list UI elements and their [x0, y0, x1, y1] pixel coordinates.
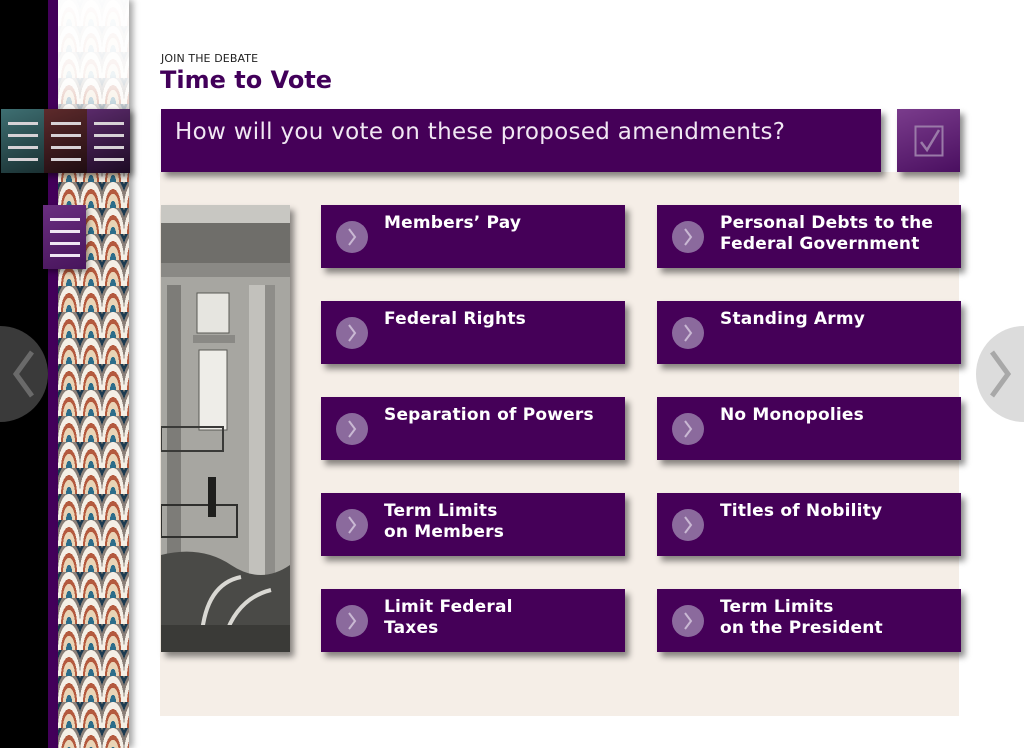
amendment-label: Titles of Nobility	[720, 501, 883, 521]
amendment-button-limit-federal-taxes[interactable]: Limit Federal Taxes	[321, 589, 625, 652]
amendment-label: Federal Rights	[384, 309, 526, 329]
chevron-left-icon	[12, 350, 34, 398]
menu-button-1[interactable]	[1, 109, 44, 173]
amendment-label: Term Limits on Members	[384, 501, 505, 542]
chevron-circle-icon	[672, 509, 704, 541]
chevron-circle-icon	[672, 413, 704, 445]
amendment-button-titles-of-nobility[interactable]: Titles of Nobility	[657, 493, 961, 556]
amendment-button-federal-rights[interactable]: Federal Rights	[321, 301, 625, 364]
menu-icon	[49, 217, 80, 221]
chevron-circle-icon	[672, 221, 704, 253]
amendment-label: Separation of Powers	[384, 405, 594, 425]
amendment-label: Members’ Pay	[384, 213, 522, 233]
page-title: Time to Vote	[160, 66, 333, 94]
question-text: How will you vote on these proposed amen…	[175, 119, 786, 145]
chevron-circle-icon	[672, 605, 704, 637]
amendment-label: Personal Debts to the Federal Government	[720, 213, 934, 254]
chevron-circle-icon	[336, 605, 368, 637]
question-bar: How will you vote on these proposed amen…	[161, 109, 881, 172]
amendment-button-no-monopolies[interactable]: No Monopolies	[657, 397, 961, 460]
chamber-engraving-image	[161, 205, 290, 652]
chevron-circle-icon	[336, 221, 368, 253]
checkbox-check-icon	[914, 125, 943, 156]
chevron-circle-icon	[336, 317, 368, 349]
section-menu-button[interactable]	[43, 205, 86, 269]
amendment-button-separation-of-powers[interactable]: Separation of Powers	[321, 397, 625, 460]
chevron-circle-icon	[336, 509, 368, 541]
chevron-circle-icon	[336, 413, 368, 445]
amendment-label: Standing Army	[720, 309, 866, 329]
chamber-illustration	[161, 205, 290, 652]
amendment-label: No Monopolies	[720, 405, 864, 425]
amendment-button-term-limits-president[interactable]: Term Limits on the President	[657, 589, 961, 652]
main-menu-group	[1, 109, 130, 173]
amendment-label: Term Limits on the President	[720, 597, 883, 638]
chevron-right-icon	[990, 350, 1012, 398]
menu-icon	[7, 121, 38, 125]
amendment-button-term-limits-members[interactable]: Term Limits on Members	[321, 493, 625, 556]
amendment-button-members-pay[interactable]: Members’ Pay	[321, 205, 625, 268]
chevron-circle-icon	[672, 317, 704, 349]
amendment-button-standing-army[interactable]: Standing Army	[657, 301, 961, 364]
menu-icon	[50, 121, 81, 125]
submit-vote-button[interactable]	[897, 109, 960, 172]
next-page-button[interactable]	[976, 326, 1024, 422]
menu-button-2[interactable]	[44, 109, 87, 173]
menu-icon	[93, 121, 124, 125]
section-eyebrow: JOIN THE DEBATE	[161, 52, 259, 65]
amendment-label: Limit Federal Taxes	[384, 597, 513, 638]
amendment-button-personal-debts[interactable]: Personal Debts to the Federal Government	[657, 205, 961, 268]
menu-button-3[interactable]	[87, 109, 130, 173]
